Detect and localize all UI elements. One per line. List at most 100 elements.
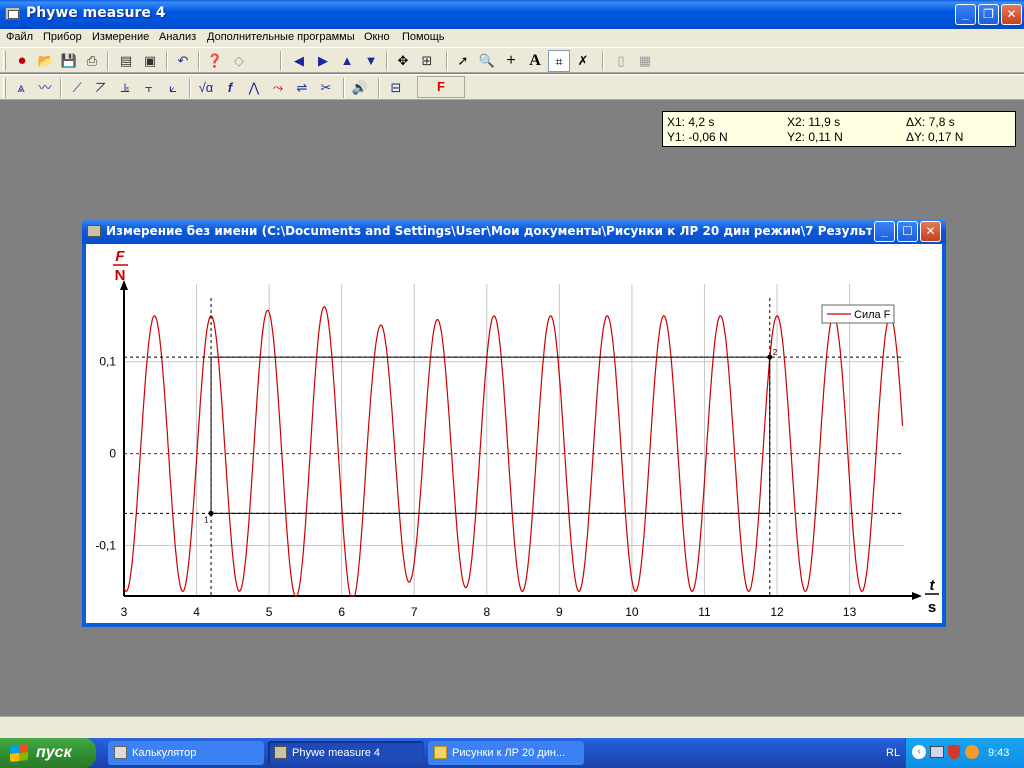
- regression-icon[interactable]: ⟋: [66, 77, 88, 99]
- readout-y1: Y1: -0,06 N: [667, 130, 728, 144]
- eraser-icon[interactable]: ◇: [228, 50, 250, 72]
- peak-icon[interactable]: ⋀: [243, 77, 265, 99]
- crosshair-icon[interactable]: +: [500, 50, 522, 72]
- legend-entry: Сила F: [854, 309, 891, 321]
- scissors-icon[interactable]: ✂: [315, 77, 337, 99]
- zoom-icon[interactable]: 🔍: [476, 50, 498, 72]
- readout-x2: X2: 11,9 s: [787, 115, 841, 129]
- child-maximize-button[interactable]: ☐: [897, 221, 918, 242]
- arrow-up-icon[interactable]: ▲: [336, 50, 358, 72]
- windows-logo-icon: [10, 744, 28, 762]
- close-button[interactable]: ✕: [1001, 4, 1022, 25]
- app-icon[interactable]: [5, 7, 20, 20]
- calculator-icon: [114, 746, 127, 759]
- language-indicator[interactable]: RL: [886, 747, 900, 759]
- x-tick-label: 5: [266, 605, 273, 619]
- start-button[interactable]: пуск: [0, 738, 96, 768]
- menu-device[interactable]: Прибор: [43, 31, 82, 43]
- readout-y2: Y2: 0,11 N: [787, 130, 843, 144]
- y-axis-label: F: [115, 248, 125, 265]
- function-icon[interactable]: f: [219, 77, 241, 99]
- task-phywe[interactable]: Phywe measure 4: [268, 741, 424, 765]
- x-axis-unit: s: [928, 599, 936, 616]
- clock: 9:43: [988, 747, 1010, 759]
- y-tick-label: 0: [109, 447, 116, 461]
- text-tool-icon[interactable]: A: [524, 50, 546, 72]
- table-icon[interactable]: ▤: [115, 50, 137, 72]
- cursor-readout: X1: 4,2 s X2: 11,9 s ΔX: 7,8 s Y1: -0,06…: [662, 111, 1016, 147]
- print-icon[interactable]: ⎙: [81, 50, 103, 72]
- record-icon[interactable]: ●: [11, 50, 33, 72]
- x-tick-label: 4: [193, 605, 200, 619]
- measurement-window: Измерение без имени (C:\Documents and Se…: [82, 219, 946, 627]
- x-tick-label: 3: [121, 605, 128, 619]
- graph-window-icon[interactable]: ▣: [139, 50, 161, 72]
- integral-icon[interactable]: ⫡: [114, 77, 136, 99]
- move-icon[interactable]: ✥: [392, 50, 414, 72]
- toolbar-grip[interactable]: [3, 51, 6, 71]
- menu-file[interactable]: Файл: [6, 31, 33, 43]
- toolbar-grip[interactable]: [3, 78, 6, 98]
- x-tick-label: 8: [483, 605, 490, 619]
- tray-chevron-icon[interactable]: ‹: [912, 745, 926, 759]
- open-folder-icon[interactable]: 📂: [35, 50, 57, 72]
- arrow-right-icon[interactable]: ▶: [312, 50, 334, 72]
- fit-icon[interactable]: ⦢: [90, 77, 112, 99]
- series-line-force: [123, 306, 904, 597]
- filter-icon[interactable]: ⇌: [291, 77, 313, 99]
- survey-icon[interactable]: ⌗: [548, 50, 570, 72]
- restore-button[interactable]: ❐: [978, 4, 999, 25]
- minimize-button[interactable]: _: [955, 4, 976, 25]
- measurement-window-titlebar[interactable]: Измерение без имени (C:\Documents and Se…: [82, 219, 946, 244]
- undo-icon[interactable]: ↶: [172, 50, 194, 72]
- x-tick-label: 9: [556, 605, 563, 619]
- x-tick-label: 7: [411, 605, 418, 619]
- channel-f-button[interactable]: F: [417, 76, 465, 98]
- task-folder[interactable]: Рисунки к ЛР 20 дин...: [428, 741, 584, 765]
- save-icon[interactable]: 💾: [58, 50, 80, 72]
- x-tick-label: 10: [625, 605, 639, 619]
- arrow-down-icon[interactable]: ▼: [360, 50, 382, 72]
- readout-x1: X1: 4,2 s: [667, 115, 715, 129]
- child-close-button[interactable]: ✕: [920, 221, 941, 242]
- system-tray: ‹ 9:43: [905, 738, 1024, 768]
- x-tick-label: 12: [770, 605, 784, 619]
- smooth-icon[interactable]: 〰: [34, 77, 56, 99]
- security-shield-icon[interactable]: [948, 745, 960, 759]
- pointer-icon[interactable]: ➚: [452, 50, 474, 72]
- folder-icon: [434, 746, 447, 759]
- autoscale-icon[interactable]: ⊞: [416, 50, 438, 72]
- disabled-tool-2-icon[interactable]: ▦: [634, 50, 656, 72]
- help-icon[interactable]: ❓: [204, 50, 226, 72]
- y-tick-label: -0,1: [95, 538, 116, 552]
- readout-dy: ΔY: 0,17 N: [906, 130, 964, 144]
- sqrt-icon[interactable]: √α: [195, 77, 217, 99]
- network-icon[interactable]: [930, 746, 944, 758]
- menu-analysis[interactable]: Анализ: [159, 31, 196, 43]
- plot-area[interactable]: 3 4 5 6 7 8 9 10 11 12 13 0,1 0 -0,1 12 FNts Сила F: [86, 244, 942, 623]
- display-options-icon[interactable]: ⊟: [385, 77, 407, 99]
- tangent-icon[interactable]: ✗: [572, 50, 594, 72]
- force-time-chart[interactable]: 3 4 5 6 7 8 9 10 11 12 130,10-0,1 12 FNts Сила F: [86, 244, 942, 623]
- cursor-point-2: [767, 354, 773, 360]
- document-icon[interactable]: [87, 225, 101, 237]
- y-tick-label: 0,1: [99, 355, 116, 369]
- arrow-left-icon[interactable]: ◀: [288, 50, 310, 72]
- cursor-point-1: [208, 510, 214, 516]
- phywe-icon: [274, 746, 287, 759]
- cut-wave-icon[interactable]: ⤳: [267, 77, 289, 99]
- slope-icon[interactable]: ⟀: [162, 77, 184, 99]
- menu-measurement[interactable]: Измерение: [92, 31, 149, 43]
- disabled-tool-1-icon[interactable]: ▯: [610, 50, 632, 72]
- tray-app-icon[interactable]: [965, 745, 979, 759]
- channel-icon[interactable]: ⩓: [10, 77, 32, 99]
- derivative-icon[interactable]: ⫟: [138, 77, 160, 99]
- sound-icon[interactable]: 🔊: [349, 77, 371, 99]
- x-tick-label: 13: [843, 605, 857, 619]
- menu-window[interactable]: Окно: [364, 31, 390, 43]
- toolbar-main: ● 📂 💾 ⎙ ▤ ▣ ↶ ❓ ◇ ◀ ▶ ▲ ▼ ✥ ⊞ ➚ 🔍 + A ⌗ …: [0, 47, 1024, 73]
- menu-extra-programs[interactable]: Дополнительные программы: [207, 31, 355, 43]
- child-minimize-button[interactable]: _: [874, 221, 895, 242]
- menu-help[interactable]: Помощь: [402, 31, 445, 43]
- task-calculator[interactable]: Калькулятор: [108, 741, 264, 765]
